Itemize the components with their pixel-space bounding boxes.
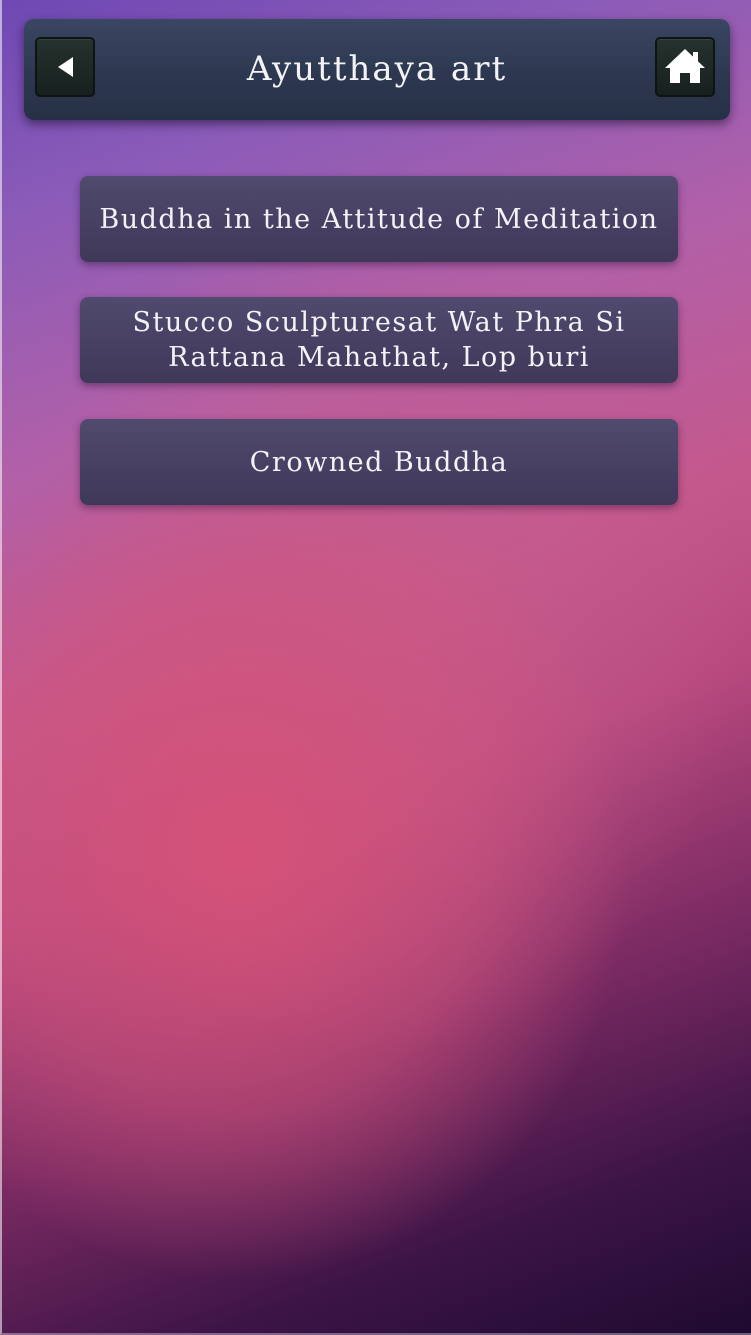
back-arrow-icon <box>58 57 73 77</box>
home-icon <box>665 49 705 83</box>
menu-item-stucco-sculptures[interactable]: Stucco Sculpturesat Wat Phra Si Rattana … <box>80 297 678 383</box>
header-bar: Ayutthaya art <box>24 19 730 120</box>
home-button[interactable] <box>655 37 715 97</box>
menu-item-label: Buddha in the Attitude of Meditation <box>99 203 659 235</box>
app-screen: Ayutthaya art Buddha in the Attitude of … <box>0 0 751 1335</box>
back-button[interactable] <box>35 37 95 97</box>
page-title: Ayutthaya art <box>246 49 508 89</box>
menu-item-label: Crowned Buddha <box>249 446 509 478</box>
menu-item-label: Stucco Sculpturesat Wat Phra Si Rattana … <box>132 307 626 373</box>
menu-item-crowned-buddha[interactable]: Crowned Buddha <box>80 419 678 505</box>
menu-item-buddha-meditation[interactable]: Buddha in the Attitude of Meditation <box>80 176 678 262</box>
